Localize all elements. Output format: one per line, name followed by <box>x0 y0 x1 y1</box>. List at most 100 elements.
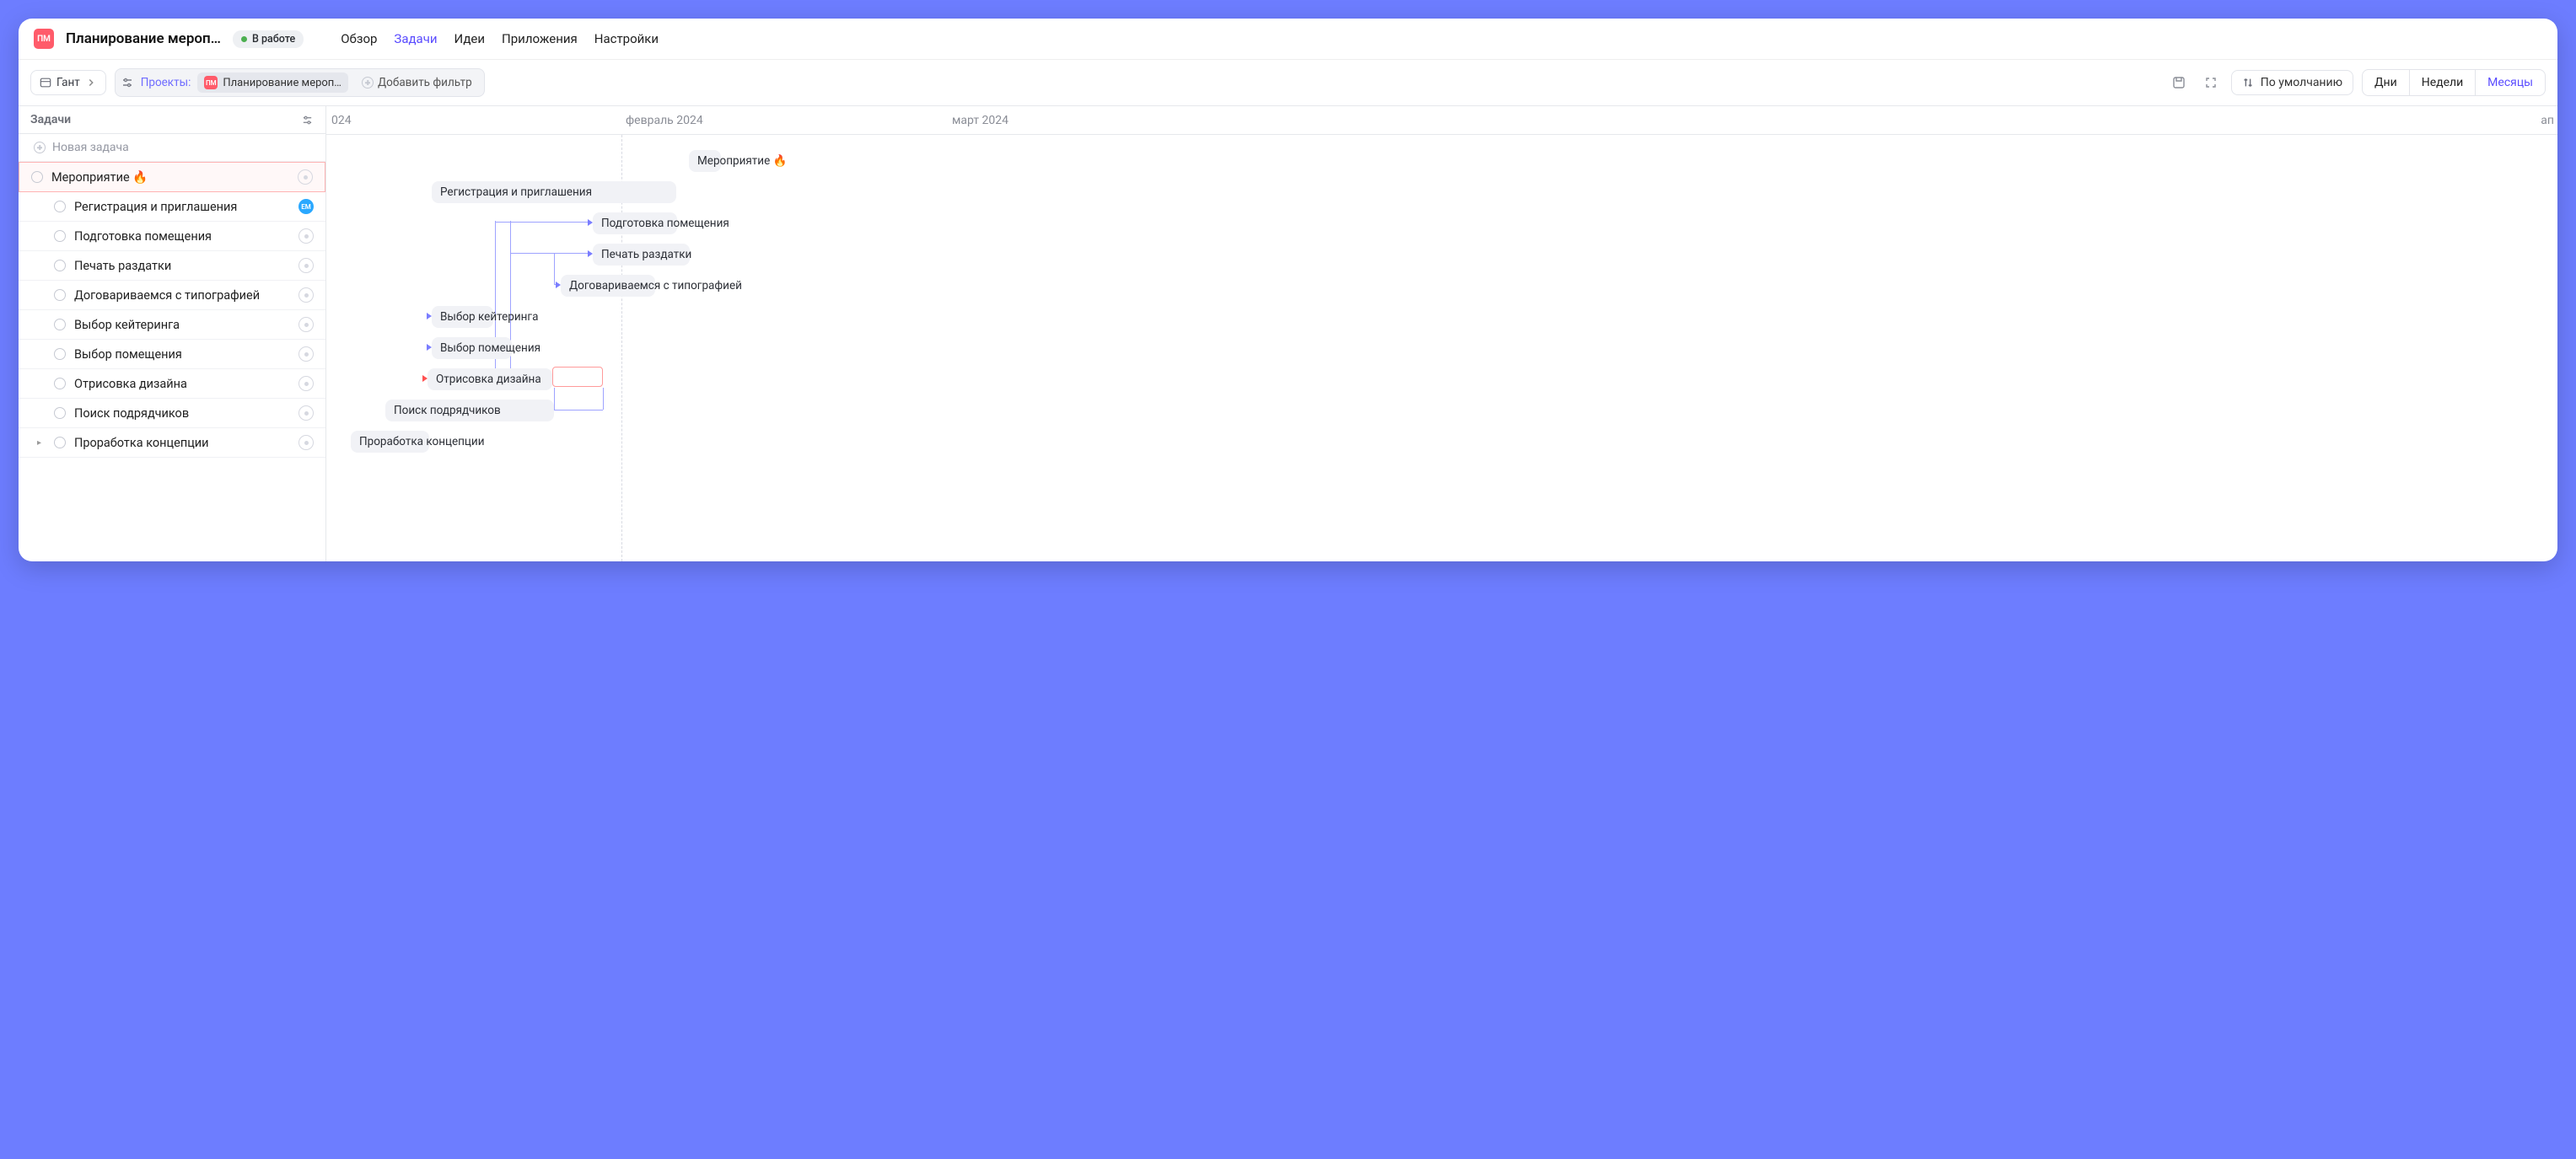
task-priority-dot[interactable] <box>298 405 314 421</box>
gantt-bar[interactable]: Мероприятие 🔥 <box>689 150 721 172</box>
task-status-circle[interactable] <box>54 319 66 330</box>
task-status-circle[interactable] <box>54 378 66 389</box>
task-label: Проработка концепции <box>74 436 290 450</box>
filter-chip-project[interactable]: ПМ Планирование мероп… <box>197 72 348 93</box>
gantt-timeline-header: 024 февраль 2024 март 2024 ап <box>326 106 2557 135</box>
task-row[interactable]: Печать раздатки <box>19 251 325 281</box>
scale-months[interactable]: Месяцы <box>2475 70 2545 95</box>
status-dot-icon <box>241 36 247 42</box>
add-filter-label: Добавить фильтр <box>378 76 472 89</box>
task-priority-dot[interactable] <box>298 258 314 273</box>
nav-apps[interactable]: Приложения <box>502 31 578 46</box>
gantt-bar[interactable]: Подготовка помещения <box>593 212 677 234</box>
task-priority-dot[interactable] <box>298 435 314 450</box>
gantt-bar-label: Договариваемся с типографией <box>569 279 742 292</box>
new-task-label: Новая задача <box>52 141 129 154</box>
gantt-bar[interactable]: Договариваемся с типографией <box>561 275 655 297</box>
task-row[interactable]: Поиск подрядчиков <box>19 399 325 428</box>
sort-button[interactable]: По умолчанию <box>2231 70 2353 95</box>
sort-label: По умолчанию <box>2261 76 2342 89</box>
dep-line <box>510 253 588 254</box>
task-priority-dot[interactable] <box>298 317 314 332</box>
task-status-circle[interactable] <box>54 348 66 360</box>
sliders-icon[interactable] <box>121 76 134 89</box>
sort-icon <box>2242 77 2254 89</box>
gantt-bar[interactable]: Поиск подрядчиков <box>385 400 554 421</box>
expand-caret-icon[interactable]: ▸ <box>37 438 46 448</box>
task-status-circle[interactable] <box>54 201 66 212</box>
page-title: Планирование мероп… <box>66 30 221 47</box>
nav-tasks[interactable]: Задачи <box>394 31 437 46</box>
app-window: ПМ Планирование мероп… В работе Обзор За… <box>19 19 2557 561</box>
filter-chip-badge: ПМ <box>204 76 218 89</box>
scale-selector: Дни Недели Месяцы <box>2362 69 2546 96</box>
add-filter-button[interactable]: Добавить фильтр <box>355 72 479 93</box>
gantt-bar-label: Подготовка помещения <box>601 217 729 230</box>
nav-overview[interactable]: Обзор <box>341 31 377 46</box>
task-priority-dot[interactable] <box>298 346 314 362</box>
expand-icon <box>2204 76 2218 89</box>
gantt-bar-label: Выбор помещения <box>440 341 540 355</box>
filters-label: Проекты: <box>141 76 191 89</box>
gantt-chart[interactable]: 024 февраль 2024 март 2024 ап <box>326 106 2557 561</box>
scale-days[interactable]: Дни <box>2363 70 2409 95</box>
month-feb: февраль 2024 <box>626 114 703 127</box>
task-row[interactable]: Договариваемся с типографией <box>19 281 325 310</box>
task-row[interactable]: Выбор кейтеринга <box>19 310 325 340</box>
gantt-bar[interactable]: Проработка концепции <box>351 431 429 453</box>
save-layout-button[interactable] <box>2167 71 2191 94</box>
task-label: Регистрация и приглашения <box>74 200 290 214</box>
gantt-bar[interactable]: Печать раздатки <box>593 244 690 266</box>
assignee-avatar[interactable]: ЕМ <box>298 199 314 214</box>
dep-line <box>603 388 604 410</box>
gantt-bar-label: Отрисовка дизайна <box>436 373 541 386</box>
gantt-bar[interactable]: Выбор помещения <box>432 337 512 359</box>
sidebar-header: Задачи <box>19 106 325 134</box>
task-list: Мероприятие 🔥 Регистрация и приглашения ЕМ… <box>19 162 325 458</box>
task-sidebar: Задачи Новая задача Мероприятие 🔥Регистр… <box>19 106 326 561</box>
task-label: Печать раздатки <box>74 259 290 273</box>
dep-line <box>510 221 511 381</box>
nav-settings[interactable]: Настройки <box>594 31 659 46</box>
task-status-circle[interactable] <box>31 171 43 183</box>
gantt-bar-label: Регистрация и приглашения <box>440 185 592 199</box>
task-row[interactable]: Выбор помещения <box>19 340 325 369</box>
new-task-button[interactable]: Новая задача <box>19 134 325 162</box>
task-status-circle[interactable] <box>54 407 66 419</box>
task-row[interactable]: Отрисовка дизайна <box>19 369 325 399</box>
gantt-bar[interactable]: Регистрация и приглашения <box>432 181 676 203</box>
sidebar-title: Задачи <box>30 113 71 126</box>
gantt-bar-label: Проработка концепции <box>359 435 485 448</box>
task-status-circle[interactable] <box>54 437 66 448</box>
task-priority-dot[interactable] <box>298 228 314 244</box>
dep-line <box>554 253 555 284</box>
task-row[interactable]: Регистрация и приглашения ЕМ <box>19 192 325 222</box>
task-priority-dot[interactable] <box>298 376 314 391</box>
filter-bar: Проекты: ПМ Планирование мероп… Добавить… <box>115 68 485 97</box>
header: ПМ Планирование мероп… В работе Обзор За… <box>19 19 2557 60</box>
task-status-circle[interactable] <box>54 289 66 301</box>
gantt-bar[interactable]: Выбор кейтеринга <box>432 306 493 328</box>
task-status-circle[interactable] <box>54 230 66 242</box>
task-status-circle[interactable] <box>54 260 66 271</box>
status-chip[interactable]: В работе <box>233 30 304 48</box>
scale-weeks[interactable]: Недели <box>2409 70 2475 95</box>
sliders-icon[interactable] <box>301 114 314 126</box>
expand-button[interactable] <box>2199 71 2223 94</box>
plus-circle-icon <box>34 142 46 153</box>
task-priority-dot[interactable] <box>298 287 314 303</box>
task-row[interactable]: Мероприятие 🔥 <box>19 162 325 192</box>
task-row[interactable]: ▸ Проработка концепции <box>19 428 325 458</box>
task-label: Поиск подрядчиков <box>74 406 290 421</box>
save-icon <box>2172 76 2186 89</box>
nav-ideas[interactable]: Идеи <box>454 31 486 46</box>
view-selector[interactable]: Гант <box>30 70 106 95</box>
dep-line <box>554 388 555 410</box>
task-priority-dot[interactable] <box>298 169 313 185</box>
task-row[interactable]: Подготовка помещения <box>19 222 325 251</box>
month-partial-left: 024 <box>331 114 352 127</box>
chevron-right-icon <box>85 77 97 89</box>
gantt-bar[interactable]: Отрисовка дизайна <box>428 368 552 390</box>
status-label: В работе <box>252 33 295 46</box>
main-nav: Обзор Задачи Идеи Приложения Настройки <box>341 31 659 46</box>
